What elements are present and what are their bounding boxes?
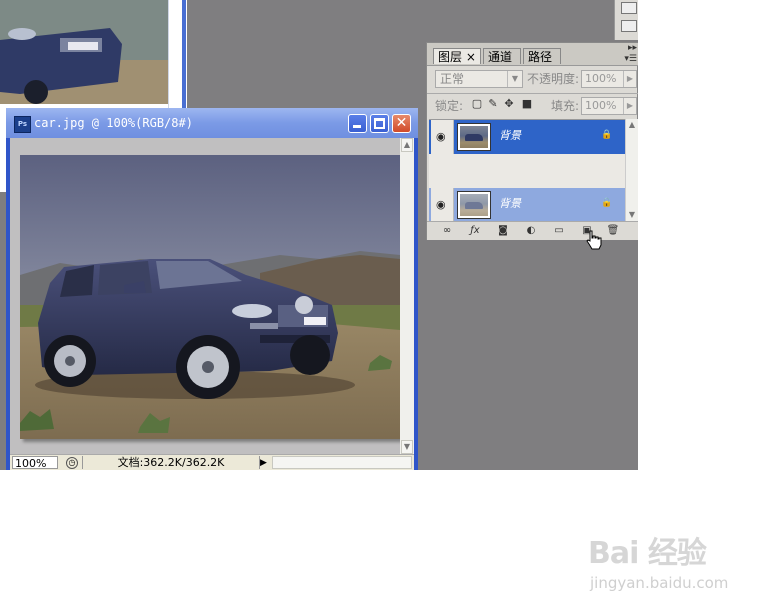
opacity-field[interactable]: 100% ▶ <box>581 70 637 88</box>
fx-icon[interactable]: ƒx <box>467 224 483 238</box>
layer-thumbnail <box>457 191 491 219</box>
document-title-bar[interactable]: Ps car.jpg @ 100%(RGB/8#) ✕ <box>6 108 418 138</box>
tab-paths-label: 路径 <box>528 50 553 64</box>
blend-opacity-row: 正常 ▼ 不透明度: 100% ▶ <box>427 67 638 91</box>
document-size-info: 文档:362.2K/362.2K <box>82 456 260 469</box>
layer-lock-icon: 🔒 <box>601 198 613 208</box>
background-car-image <box>0 0 168 104</box>
minimize-icon <box>353 125 361 128</box>
photoshop-workspace: Ps car.jpg @ 100%(RGB/8#) ✕ ▲ ▼ 100% ◷ 文… <box>0 0 638 470</box>
folder-icon[interactable]: ▭ <box>551 224 567 238</box>
tab-channels[interactable]: 通道 <box>483 48 521 64</box>
lock-move-icon[interactable]: ✥ <box>503 98 515 110</box>
fill-label: 填充: <box>551 99 580 113</box>
tab-layers-label: 图层 <box>438 50 463 64</box>
layer-lock-icon: 🔒 <box>601 130 613 140</box>
close-icon: ✕ <box>395 115 408 131</box>
horizontal-scrollbar[interactable] <box>272 456 412 469</box>
panel-tab-bar: 图层 × 通道 路径 ▸▸ ▾☰ <box>427 43 638 66</box>
trash-icon[interactable]: 🗑 <box>605 224 621 238</box>
status-info-icon[interactable]: ◷ <box>66 457 78 469</box>
layer-name: 背景 <box>499 197 521 210</box>
layer-row-dragged[interactable]: ◉ 背景 🔒 <box>429 188 625 222</box>
background-document-image <box>0 0 168 104</box>
tab-channels-label: 通道 <box>488 50 513 64</box>
chevron-down-icon: ▼ <box>507 71 522 87</box>
eye-icon: ◉ <box>436 130 446 143</box>
panel-menu-icon[interactable]: ▸▸ ▾☰ <box>624 43 637 65</box>
background-document-border <box>182 0 186 108</box>
right-toolbar-edge[interactable] <box>614 0 638 40</box>
visibility-toggle[interactable]: ◉ <box>431 120 454 154</box>
tab-close-icon[interactable]: × <box>466 50 476 64</box>
layer-name: 背景 <box>499 129 521 142</box>
background-document-window[interactable] <box>0 0 187 108</box>
visibility-toggle[interactable]: ◉ <box>431 188 454 222</box>
watermark-logo-text: Bai 经验 <box>588 536 707 571</box>
chevron-right-icon[interactable]: ▶ <box>623 71 636 87</box>
lock-fill-row: 锁定: ▢ ✎ ✥ ■ 填充: 100% ▶ <box>427 93 638 118</box>
layers-scrollbar[interactable]: ▲ ▼ <box>625 119 638 221</box>
lock-brush-icon[interactable]: ✎ <box>487 98 499 110</box>
toolbar-button[interactable] <box>621 2 637 14</box>
toolbar-button[interactable] <box>621 20 637 32</box>
document-canvas[interactable] <box>10 138 400 454</box>
lock-label: 锁定: <box>435 99 464 113</box>
mask-icon[interactable]: ◙ <box>495 224 511 238</box>
vertical-scrollbar[interactable]: ▲ ▼ <box>400 138 414 454</box>
tab-layers[interactable]: 图层 × <box>433 48 481 64</box>
document-window[interactable]: Ps car.jpg @ 100%(RGB/8#) ✕ ▲ ▼ 100% ◷ 文… <box>6 108 418 470</box>
scroll-down-arrow-icon[interactable]: ▼ <box>401 440 413 454</box>
lock-transparency-icon[interactable]: ▢ <box>471 98 483 110</box>
adjustment-icon[interactable]: ◐ <box>523 224 539 238</box>
document-status-bar: 100% ◷ 文档:362.2K/362.2K ▶ <box>10 454 414 470</box>
photoshop-document-icon: Ps <box>14 116 31 133</box>
maximize-button[interactable] <box>370 114 389 133</box>
tab-paths[interactable]: 路径 <box>523 48 561 64</box>
layers-panel: 图层 × 通道 路径 ▸▸ ▾☰ 正常 ▼ 不透明度: 100% ▶ 锁定: ▢… <box>426 42 638 240</box>
fill-field[interactable]: 100% ▶ <box>581 97 637 115</box>
car-photo <box>20 155 400 439</box>
eye-icon: ◉ <box>436 198 446 211</box>
layers-bottom-toolbar: ∞ ƒx ◙ ◐ ▭ ▣ 🗑 <box>427 221 638 240</box>
link-icon[interactable]: ∞ <box>439 224 455 238</box>
lock-all-icon[interactable]: ■ <box>521 98 533 110</box>
opacity-label: 不透明度: <box>527 72 580 86</box>
maximize-icon <box>374 118 385 129</box>
layer-row[interactable]: ◉ 背景 🔒 <box>429 120 625 154</box>
scroll-up-arrow-icon[interactable]: ▲ <box>401 138 413 152</box>
hand-cursor-icon <box>586 230 602 250</box>
minimize-button[interactable] <box>348 114 367 133</box>
car-photo-image <box>20 155 400 439</box>
scroll-up-arrow-icon[interactable]: ▲ <box>626 119 638 131</box>
chevron-right-icon[interactable]: ▶ <box>623 98 636 114</box>
blend-mode-select[interactable]: 正常 ▼ <box>435 70 523 88</box>
layer-thumbnail <box>457 123 491 151</box>
baidu-watermark: Bai 经验 jingyan.baidu.com <box>588 528 738 598</box>
scroll-down-arrow-icon[interactable]: ▼ <box>626 209 638 221</box>
document-title: car.jpg @ 100%(RGB/8#) <box>34 116 193 130</box>
status-menu-arrow-icon[interactable]: ▶ <box>260 457 267 469</box>
layer-list: ◉ 背景 🔒 ◉ 背景 🔒 <box>429 119 625 222</box>
watermark-url: jingyan.baidu.com <box>590 574 729 592</box>
fill-value: 100% <box>585 99 617 112</box>
opacity-value: 100% <box>585 72 617 85</box>
close-button[interactable]: ✕ <box>392 114 411 133</box>
zoom-level-field[interactable]: 100% <box>12 456 58 470</box>
blend-mode-value: 正常 <box>440 72 465 86</box>
